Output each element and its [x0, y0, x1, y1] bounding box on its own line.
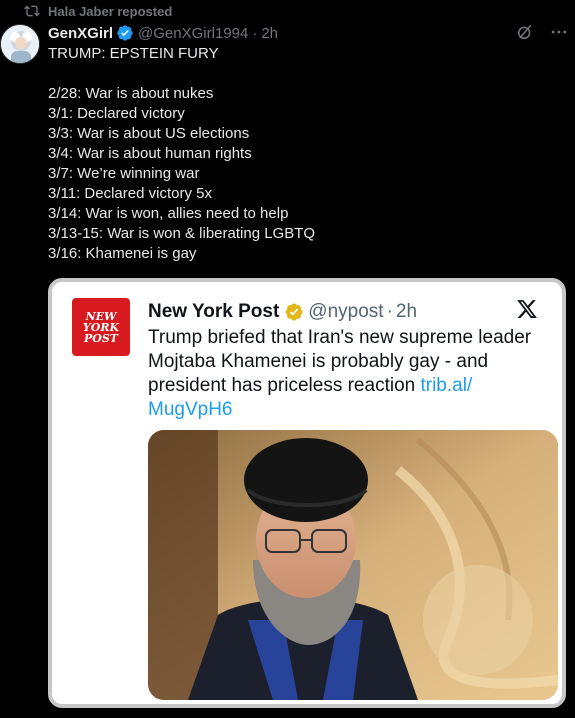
quoted-tweet-screenshot: NEW YORK POST New York Post @nypost · 2h… — [62, 290, 558, 700]
logo-line: NEW — [85, 309, 117, 323]
logo-line: POST — [84, 331, 118, 345]
grok-icon[interactable] — [515, 22, 535, 42]
photo-illustration — [148, 430, 558, 700]
news-photo — [148, 430, 558, 700]
tweet-header: GenXGirl @GenXGirl1994 · 2h — [48, 23, 278, 43]
x-logo-icon — [517, 300, 537, 318]
repost-indicator[interactable]: Hala Jaber reposted — [24, 3, 172, 19]
embedded-author-name: New York Post — [148, 301, 280, 322]
author-handle[interactable]: @GenXGirl1994 — [138, 25, 248, 42]
separator-dot: · — [252, 24, 258, 42]
repost-label: Hala Jaber reposted — [48, 3, 173, 19]
embedded-text-body: Trump briefed that Iran's new supreme le… — [148, 327, 532, 396]
tweet-text: TRUMP: EPSTEIN FURY 2/28: War is about n… — [48, 45, 316, 262]
tweet-actions — [515, 22, 569, 42]
timestamp[interactable]: 2h — [261, 25, 278, 42]
repost-icon — [24, 5, 40, 17]
embedded-tweet-header: New York Post @nypost · 2h — [148, 300, 417, 324]
more-options-icon[interactable] — [549, 22, 569, 42]
embedded-image[interactable]: NEW YORK POST New York Post @nypost · 2h… — [48, 278, 566, 708]
embedded-timestamp: 2h — [395, 301, 418, 322]
avatar-image — [1, 25, 39, 63]
author-name[interactable]: GenXGirl — [48, 25, 113, 42]
embedded-author-handle: @nypost — [308, 301, 384, 322]
embedded-tweet-text: Trump briefed that Iran's new supreme le… — [148, 326, 558, 422]
gold-verified-badge-icon — [285, 303, 303, 321]
nypost-logo: NEW YORK POST — [72, 298, 130, 356]
embedded-separator-dot: · — [386, 301, 393, 322]
verified-badge-icon[interactable] — [116, 24, 134, 42]
logo-line: YORK — [82, 320, 120, 334]
avatar[interactable] — [0, 24, 40, 64]
